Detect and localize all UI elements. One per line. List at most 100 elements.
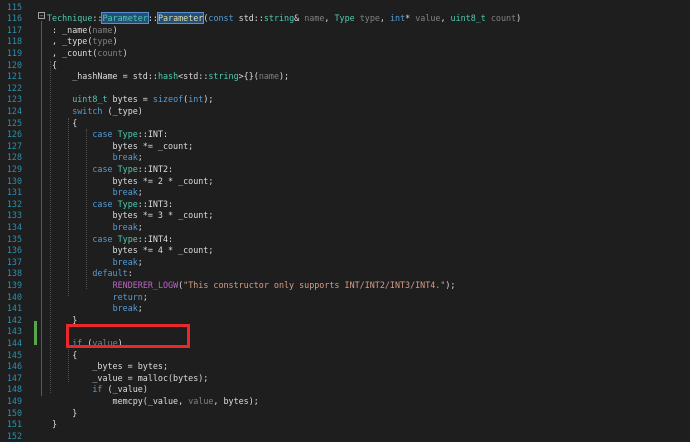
code-line[interactable]: 131 break; [0, 187, 690, 199]
code-token: break [112, 187, 138, 198]
code-token: ::INT2: [137, 163, 174, 174]
code-line[interactable]: 136 bytes *= 4 * _count; [0, 245, 690, 257]
code-token: switch [72, 105, 103, 116]
code-token: _value = malloc(bytes); [47, 372, 209, 383]
code-line[interactable]: 117 : _name(name) [0, 25, 690, 37]
code-line[interactable]: 124 switch (_type) [0, 106, 690, 118]
code-text: break; [47, 303, 143, 315]
code-token: Type [334, 13, 355, 24]
line-number: 134 [6, 221, 22, 232]
line-number: 123 [6, 94, 22, 105]
code-line[interactable]: 139 RENDERER_LOGW("This constructor only… [0, 280, 690, 292]
code-line[interactable]: 138 default: [0, 268, 690, 280]
code-token: name [304, 13, 325, 24]
code-text: , _type(type) [47, 36, 118, 48]
code-token: break [112, 152, 138, 163]
line-number: 145 [6, 349, 22, 360]
code-line[interactable]: 125 { [0, 118, 690, 130]
line-number: 152 [6, 430, 22, 441]
code-line[interactable]: 116 Technique::Parameter::Parameter(const… [0, 12, 690, 25]
code-token: bytes *= 3 * _count; [47, 210, 214, 221]
code-token: type [92, 36, 113, 47]
code-editor[interactable]: − 115 116 Technique::Parameter::Parameter(… [0, 0, 690, 441]
code-line[interactable]: 146 _bytes = bytes; [0, 361, 690, 373]
line-number: 119 [6, 47, 22, 58]
code-token: , _type( [47, 36, 93, 47]
code-line[interactable]: 121 _hashName = std::hash<std::string>{}… [0, 71, 690, 83]
code-token: uint8_t [450, 13, 486, 24]
code-line[interactable]: 149 memcpy(_value, value, bytes); [0, 396, 690, 408]
code-line[interactable]: 150 } [0, 408, 690, 420]
code-line[interactable]: 129 case Type::INT2: [0, 164, 690, 176]
code-text: uint8_t bytes = sizeof(int); [47, 94, 213, 106]
line-number: 118 [6, 36, 22, 47]
code-token: >{}( [238, 71, 259, 82]
code-token: hash [157, 71, 179, 82]
indent-guide [68, 118, 69, 296]
code-line[interactable]: 133 bytes *= 3 * _count; [0, 210, 690, 222]
code-line[interactable]: 115 [0, 2, 690, 14]
code-token: type [359, 13, 380, 24]
code-line[interactable]: 123 uint8_t bytes = sizeof(int); [0, 94, 690, 106]
code-token: ); [278, 71, 290, 82]
code-line[interactable]: 135 case Type::INT4: [0, 234, 690, 246]
code-token: { [47, 59, 58, 70]
code-text: _value = malloc(bytes); [47, 373, 208, 385]
code-line[interactable]: 152 [0, 431, 690, 442]
code-text: case Type::INT: [47, 129, 168, 141]
line-number: 116 [6, 13, 22, 24]
code-token: std:: [233, 13, 264, 24]
code-line[interactable]: 140 return; [0, 292, 690, 304]
line-number: 141 [6, 303, 22, 314]
code-line[interactable]: 137 break; [0, 257, 690, 269]
code-token: ; [137, 221, 143, 232]
code-token: bytes = [107, 94, 153, 105]
code-token: { [47, 117, 78, 128]
code-text: RENDERER_LOGW("This constructor only sup… [47, 279, 456, 292]
code-token: case [92, 233, 113, 244]
code-line[interactable]: 118 , _type(type) [0, 36, 690, 48]
code-line[interactable]: 127 bytes *= _count; [0, 141, 690, 153]
code-token: count [490, 13, 517, 24]
line-number: 117 [6, 24, 22, 35]
code-line[interactable]: 132 case Type::INT3: [0, 199, 690, 211]
code-line[interactable]: 130 bytes *= 2 * _count; [0, 176, 690, 188]
code-line[interactable]: 145 { [0, 350, 690, 362]
code-line[interactable]: 147 _value = malloc(bytes); [0, 373, 690, 385]
code-text: break; [47, 257, 143, 269]
code-token: Type [117, 129, 138, 140]
code-text: { [47, 60, 57, 72]
line-number: 140 [6, 291, 22, 302]
line-number: 127 [6, 140, 22, 151]
code-line[interactable]: 141 break; [0, 303, 690, 315]
code-text: { [47, 350, 77, 362]
code-line[interactable]: 120 { [0, 60, 690, 72]
code-text: return; [47, 292, 148, 304]
code-token: if [92, 384, 103, 395]
code-token: "This constructor only supports INT/INT2… [183, 279, 446, 290]
code-line[interactable]: 128 break; [0, 152, 690, 164]
code-line[interactable]: 151 } [0, 419, 690, 431]
code-token: _bytes = bytes; [47, 361, 169, 372]
code-token: ::INT: [137, 129, 169, 140]
code-text: default: [47, 268, 132, 280]
code-text: switch (_type) [47, 106, 143, 118]
code-line[interactable]: 134 break; [0, 222, 690, 234]
line-number: 115 [6, 1, 22, 12]
code-text: } [47, 408, 77, 420]
code-line[interactable]: 122 [0, 83, 690, 95]
code-token: ) [122, 47, 128, 58]
code-token: string [208, 71, 239, 82]
code-token: int [188, 94, 204, 105]
code-text: if (_value) [47, 384, 147, 396]
line-number: 126 [6, 129, 22, 140]
code-line[interactable]: 119 , _count(count) [0, 48, 690, 60]
code-token: case [92, 163, 113, 174]
line-number: 121 [6, 71, 22, 82]
code-line[interactable]: 126 case Type::INT: [0, 129, 690, 141]
code-line[interactable]: 148 if (_value) [0, 384, 690, 396]
